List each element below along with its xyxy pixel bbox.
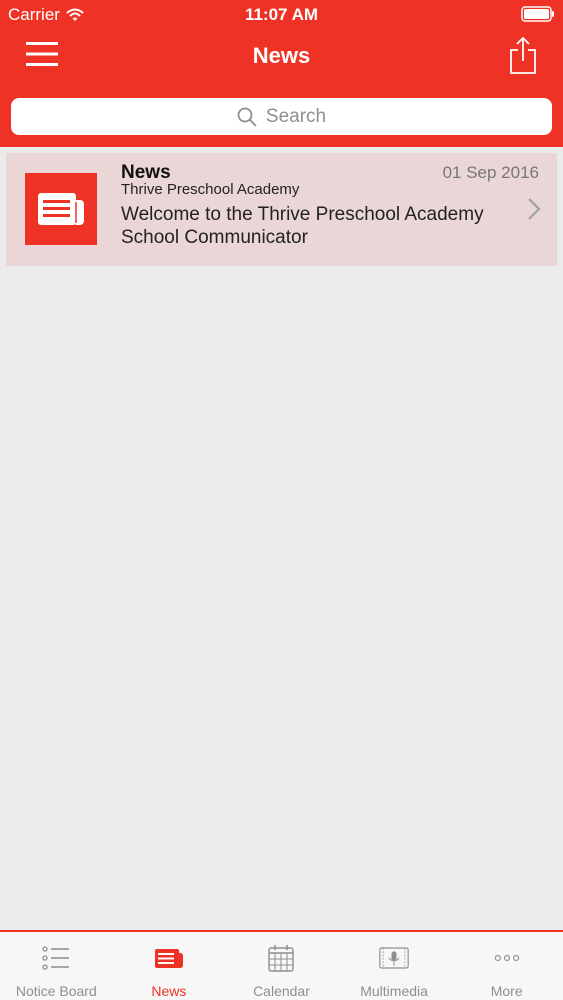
nav-bar: News: [0, 30, 563, 88]
status-time: 11:07 AM: [244, 5, 319, 24]
notice-board-icon: [42, 946, 70, 970]
news-item-organization: Thrive Preschool Academy: [121, 181, 300, 198]
search-icon: [237, 107, 257, 127]
tab-label: News: [151, 983, 187, 999]
tab-label: More: [490, 983, 523, 999]
tab-notice-board[interactable]: Notice Board: [0, 932, 113, 1000]
tab-label: Calendar: [253, 983, 310, 999]
newspaper-icon: [38, 193, 84, 225]
status-bar: Carrier 11:07 AM: [0, 0, 563, 30]
tab-label: Notice Board: [15, 983, 97, 999]
news-icon: [154, 949, 183, 968]
chevron-right-icon: [528, 198, 541, 220]
battery-icon: [521, 6, 554, 22]
tab-news[interactable]: News: [113, 932, 226, 1000]
multimedia-icon: [379, 947, 409, 969]
news-item-date: 01 Sep 2016: [442, 163, 539, 182]
tab-bar: Notice Board News Calendar Multimedia Mo…: [0, 930, 563, 1000]
tab-multimedia[interactable]: Multimedia: [338, 932, 451, 1000]
tab-calendar[interactable]: Calendar: [225, 932, 338, 1000]
search-placeholder: Search: [265, 105, 327, 127]
header: Carrier 11:07 AM News Search: [0, 0, 563, 147]
tab-label: Multimedia: [360, 983, 428, 999]
news-item-body: Welcome to the Thrive Preschool Academy …: [121, 204, 484, 248]
search-input[interactable]: Search: [11, 98, 552, 135]
tab-more[interactable]: More: [450, 932, 563, 1000]
share-icon[interactable]: [509, 36, 537, 74]
news-list-item[interactable]: News 01 Sep 2016 Thrive Preschool Academ…: [6, 153, 557, 266]
more-icon: [494, 954, 519, 962]
page-title: News: [252, 43, 311, 68]
calendar-icon: [268, 945, 295, 972]
news-thumbnail: [25, 173, 97, 245]
